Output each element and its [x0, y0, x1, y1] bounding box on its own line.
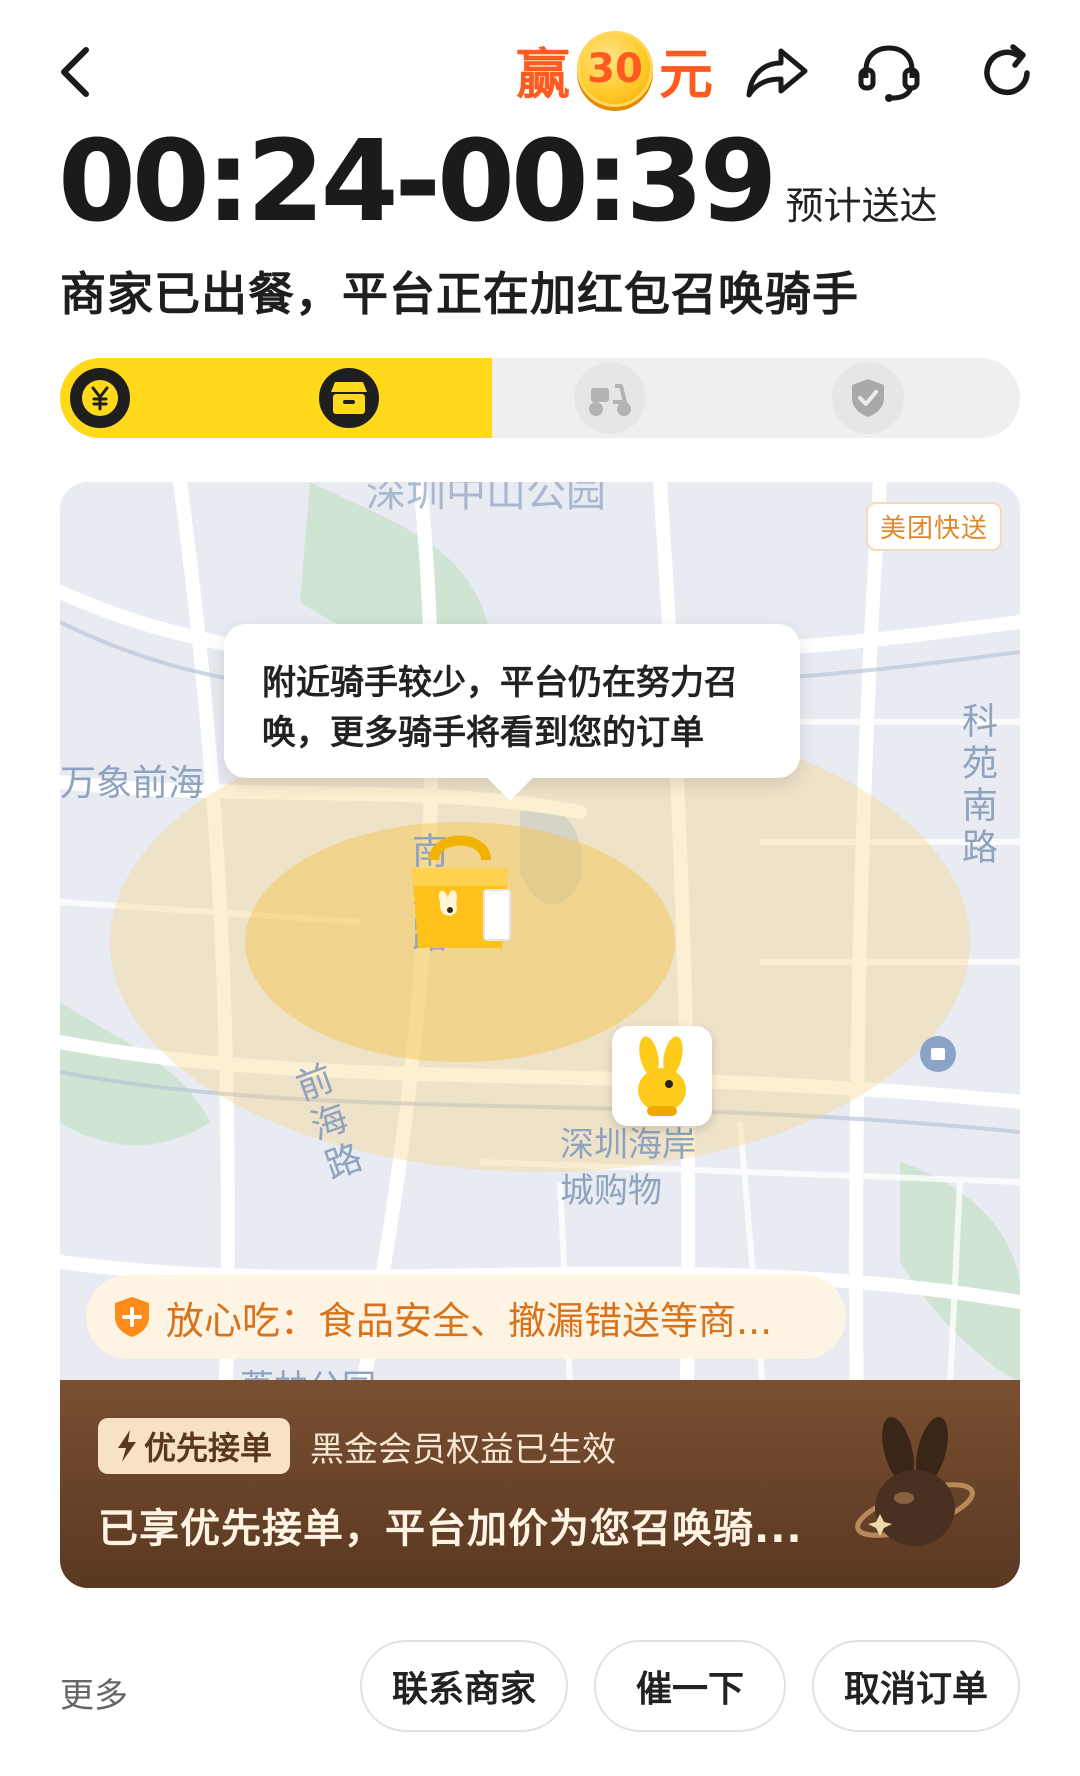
order-status-text: 商家已出餐，平台正在加红包召唤骑手: [60, 267, 859, 321]
promo-prefix: 赢: [516, 42, 571, 106]
step-paid: [64, 362, 136, 434]
map-label-mall: 深圳海岸城购物: [560, 1125, 696, 1211]
contact-merchant-button[interactable]: 联系商家: [360, 1640, 568, 1732]
promo-amount: 30: [587, 46, 643, 92]
map-label-district: 万象前海: [60, 763, 205, 804]
map-tooltip: 附近骑手较少，平台仍在努力召唤，更多骑手将看到您的订单: [224, 624, 800, 778]
location-pin-icon: [920, 1036, 956, 1072]
yuan-icon: [82, 380, 118, 416]
store-icon: [331, 382, 367, 414]
check-icon: [852, 379, 884, 417]
delivery-progress-bar: [60, 358, 1020, 438]
shield-plus-icon: [115, 1297, 149, 1337]
cancel-order-button[interactable]: 取消订单: [812, 1640, 1020, 1732]
refresh-button[interactable]: [972, 38, 1042, 108]
step-delivered: [832, 362, 904, 434]
merchant-bag-icon: [412, 835, 511, 948]
lightning-icon: [118, 1430, 136, 1462]
step-prepared: [313, 362, 385, 434]
delivery-map[interactable]: 深圳中山公园 万象前海 科苑南路 南新路 前海路 深圳海岸城购物 荔林公园 美团…: [60, 482, 1020, 1588]
rider-marker[interactable]: [612, 1026, 712, 1126]
scooter-icon: [589, 384, 631, 416]
customer-service-icon: [858, 45, 920, 102]
priority-badge: 优先接单: [98, 1418, 291, 1474]
black-gold-rabbit-icon: [855, 1416, 975, 1546]
member-subtitle: 黑金会员权益已生效: [310, 1430, 616, 1470]
member-priority-card[interactable]: 优先接单 黑金会员权益已生效 已享优先接单，平台加价为您召唤骑...: [60, 1380, 1020, 1588]
priority-badge-label: 优先接单: [144, 1429, 273, 1467]
promo-banner[interactable]: 赢 30 元: [516, 28, 714, 110]
customer-service-button[interactable]: [854, 38, 924, 108]
back-button[interactable]: [54, 40, 114, 104]
refresh-icon: [984, 44, 1030, 96]
eta-row: 00:24-00:39 预计送达: [58, 126, 938, 238]
brand-tag: 美团快送: [865, 502, 1002, 551]
share-button[interactable]: [742, 38, 812, 108]
order-tracking-page: 赢 30 元 00:24-00:39 预计送达 商家已出餐，平台正在加红包召唤骑…: [0, 0, 1080, 1776]
back-icon: [61, 47, 89, 97]
promo-suffix: 元: [659, 42, 714, 106]
share-icon: [746, 48, 808, 98]
coin-icon: 30: [577, 31, 653, 107]
step-delivering: [574, 362, 646, 434]
kangaroo-mascot-icon: [638, 1036, 686, 1116]
urge-order-button[interactable]: 催一下: [594, 1640, 786, 1732]
food-safety-banner[interactable]: 放心吃：食品安全、撤漏错送等商...: [86, 1275, 846, 1359]
member-message: 已享优先接单，平台加价为您召唤骑...: [98, 1506, 803, 1552]
eta-label: 预计送达: [785, 184, 938, 228]
eta-time: 00:24-00:39: [58, 117, 777, 247]
map-label-park: 深圳中山公园: [366, 482, 606, 516]
food-safety-text: 放心吃：食品安全、撤漏错送等商...: [166, 1298, 773, 1343]
more-button[interactable]: 更多: [60, 1668, 128, 1717]
map-label-kejiyuan-road: 科苑南路: [956, 702, 997, 870]
